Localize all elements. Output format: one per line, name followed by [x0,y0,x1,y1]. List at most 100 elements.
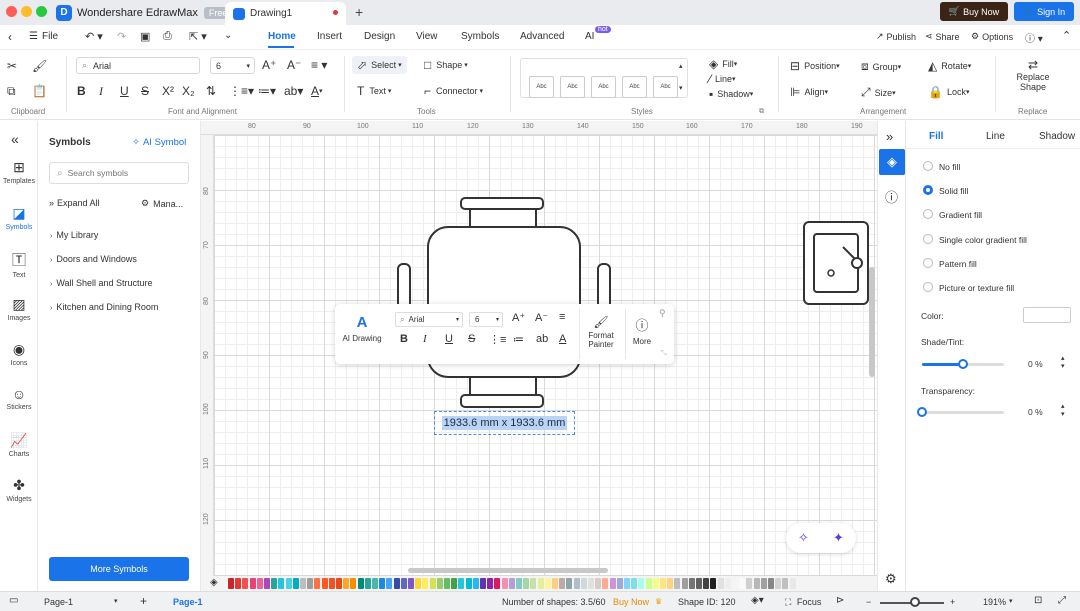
color-swatch[interactable] [264,578,270,589]
color-swatch[interactable] [789,578,796,589]
color-swatch[interactable] [616,578,623,589]
sidebar-item-images[interactable]: ▨ Images [0,296,38,322]
tab-ai[interactable]: AI [585,31,594,42]
color-swatch[interactable] [724,578,731,589]
ai-magic-wand-icon[interactable]: ✧ [798,530,809,546]
color-swatch[interactable] [638,578,645,589]
print-icon[interactable]: ⎙ [163,30,172,43]
size-button[interactable]: ⤢ Size ▾ [861,85,896,100]
ai-sparkle-icon[interactable]: ✦ [833,530,844,546]
color-swatch[interactable] [278,578,285,589]
color-swatch[interactable] [249,578,256,589]
tab-design[interactable]: Design [364,31,395,42]
color-swatch[interactable] [480,578,486,589]
color-swatch[interactable] [429,578,436,589]
save-icon[interactable]: ▣ [140,30,150,43]
app-tab[interactable]: D Wondershare EdrawMax Free [56,3,233,22]
color-swatch[interactable] [256,578,263,589]
strikethrough-icon[interactable]: S [468,333,475,345]
help-circle-icon[interactable]: ⓘ [885,187,898,206]
color-swatch[interactable] [444,578,450,589]
play-icon[interactable]: ⊳ [836,595,844,606]
float-size-select[interactable]: 6 ▾ [469,312,503,327]
color-swatch[interactable] [530,578,537,589]
color-swatch[interactable] [775,578,782,589]
shade-tint-slider[interactable] [922,359,1004,369]
color-swatch[interactable] [285,578,292,589]
color-swatch[interactable] [458,578,465,589]
ai-assist-widget[interactable]: ✧ ✦ [786,523,856,553]
color-swatch[interactable] [696,578,702,589]
tab-shadow[interactable]: Shadow [1039,131,1075,142]
color-swatch[interactable] [681,578,688,589]
share-button[interactable]: ⋖ Share [925,31,960,42]
minimize-window-button[interactable] [21,6,32,17]
buy-now-button[interactable]: 🛒 Buy Now [940,2,1008,21]
color-swatch[interactable] [307,578,314,589]
color-swatch[interactable] [688,578,695,589]
color-swatch[interactable] [739,578,746,589]
bullet-list-icon[interactable]: ≔ [513,333,524,346]
chevron-down-icon[interactable]: ▾ [679,84,683,92]
add-page-button[interactable]: + [140,594,147,608]
fill-style-tab[interactable]: ◈ [879,149,905,175]
fill-button[interactable]: ◈ Fill ▾ [709,57,737,71]
search-input[interactable] [67,168,178,178]
tab-advanced[interactable]: Advanced [520,31,564,42]
radio-gradient-fill[interactable] [923,209,933,219]
color-swatch[interactable] [609,578,616,589]
color-swatch[interactable] [393,578,400,589]
float-font-select[interactable]: ⌕ Arial ▾ [395,312,463,327]
search-box[interactable]: ⌕ [49,162,189,184]
manage-button[interactable]: ⚙ Mana... [141,198,183,209]
collapse-panel-icon[interactable]: « [11,131,19,147]
tab-symbols[interactable]: Symbols [461,31,499,42]
back-icon[interactable]: ‹ [8,30,12,44]
color-swatch[interactable] [364,578,371,589]
color-swatch[interactable] [667,578,674,589]
color-swatch[interactable] [328,578,335,589]
status-buy-now-link[interactable]: Buy Now [613,597,649,607]
italic-icon[interactable]: I [99,84,103,99]
tab-insert[interactable]: Insert [317,31,342,42]
font-color-icon[interactable]: A ▾ [311,84,323,98]
color-swatch[interactable] [379,578,386,589]
color-swatch[interactable] [487,578,494,589]
list-item[interactable]: › Kitchen and Dining Room [50,302,158,312]
line-spacing-icon[interactable]: ⇅ [206,84,216,98]
sidebar-item-text[interactable]: 🅃 Text [0,250,38,279]
color-swatch[interactable] [336,578,342,589]
font-decrease-icon[interactable]: A⁻ [535,311,548,324]
style-preset[interactable]: Abc [591,76,616,98]
color-swatch[interactable] [415,578,422,589]
color-swatch[interactable] [537,578,544,589]
transparency-slider[interactable] [917,407,1004,417]
color-swatch[interactable] [451,578,458,589]
sign-in-button[interactable]: 👤 Sign In [1014,2,1074,21]
color-swatch[interactable] [343,578,350,589]
more-symbols-button[interactable]: More Symbols [49,557,189,581]
options-button[interactable]: ⚙ Options [971,31,1013,42]
tab-line[interactable]: Line [986,131,1005,142]
align-button[interactable]: ⊫ Align ▾ [790,85,828,99]
shadow-button[interactable]: ▪ Shadow ▾ [709,87,753,101]
format-brush-icon[interactable]: 🖌 [32,59,47,73]
radio-no-fill[interactable] [923,161,933,171]
connector-tool-button[interactable]: ⌐ Connector ▾ [424,84,483,98]
sidebar-item-icons[interactable]: ◉ Icons [0,341,38,367]
zoom-level[interactable]: 191% [983,597,1006,607]
fit-page-icon[interactable]: ⊡ [1034,595,1042,606]
color-swatch[interactable] [595,578,602,589]
color-swatch[interactable] [753,578,760,589]
shade-tint-value[interactable]: 0 % [1028,359,1043,369]
export-icon[interactable]: ⇱ ▾ [189,30,207,43]
paste-icon[interactable]: 📋 [32,84,47,98]
line-button[interactable]: ⁄ Line ▾ [709,72,736,86]
color-swatch[interactable] [400,578,407,589]
close-window-button[interactable] [6,6,17,17]
ai-symbol-button[interactable]: ✧ AI Symbol [132,137,186,148]
color-swatch[interactable] [271,578,278,589]
italic-icon[interactable]: I [423,333,427,345]
sidebar-item-stickers[interactable]: ☺ Stickers [0,386,38,411]
color-swatch[interactable] [573,578,580,589]
